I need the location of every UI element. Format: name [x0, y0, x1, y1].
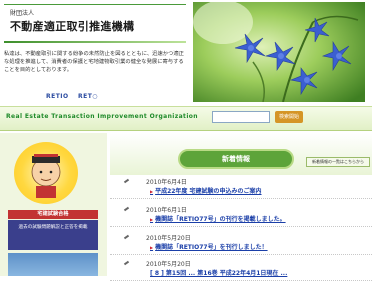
badge-label[interactable]: 宅建試験合格	[8, 210, 98, 219]
news-item: 2010年5月20日 [ 8 ] 第15回 ... 第16巻 平成22年4月1日…	[110, 259, 372, 281]
pencil-icon	[123, 206, 130, 212]
news-date: 2010年6月1日	[146, 207, 187, 214]
news-more-link[interactable]: 新着情報の一覧はこちらから	[306, 157, 370, 167]
intro-text: 私達は、不動産取引に関する紛争の未然防止を図るとともに、迅速かつ適正な処理を推進…	[4, 51, 184, 73]
org-prefix: 財団法人	[10, 10, 35, 17]
hero-photo	[193, 2, 365, 102]
news-title: 新着情報	[178, 149, 294, 169]
news-date: 2010年6月4日	[146, 179, 187, 186]
news-link[interactable]: 機関誌「RETIO77号」の刊行を掲載しました。	[150, 214, 286, 223]
news-link[interactable]: 平成22年度 宅建試験の申込みのご案内	[150, 186, 261, 195]
bluebell-flowers-image	[193, 2, 365, 102]
news-item: 2010年6月4日 平成22年度 宅建試験の申込みのご案内	[110, 177, 372, 199]
retio-link-jp[interactable]: RET○	[78, 93, 98, 100]
news-item: 2010年5月20日 機関誌「RETIO77号」を刊行しました！	[110, 233, 372, 255]
org-name: 不動産適正取引推進機構	[10, 20, 135, 33]
news-date: 2010年5月20日	[146, 261, 191, 268]
pencil-icon	[123, 234, 130, 240]
promo-banner[interactable]: 過去の試験問題解説と正答を掲載	[8, 220, 98, 250]
org-tagline: Real Estate Transaction Improvement Orga…	[6, 113, 198, 120]
mascot-badge[interactable]	[14, 142, 78, 204]
pencil-icon	[123, 260, 130, 266]
pencil-icon	[123, 178, 130, 184]
news-date: 2010年5月20日	[146, 235, 191, 242]
news-link[interactable]: 機関誌「RETIO77号」を刊行しました！	[150, 242, 268, 251]
mascot-icon	[31, 154, 61, 198]
news-item: 2010年6月1日 機関誌「RETIO77号」の刊行を掲載しました。	[110, 205, 372, 227]
logo-rule-top	[4, 4, 186, 5]
search-button[interactable]: 検索開始	[275, 111, 303, 123]
logo-rule-bottom	[4, 41, 186, 43]
search-input[interactable]	[212, 111, 270, 123]
promo-banner-2[interactable]	[8, 253, 98, 276]
org-logo[interactable]: 財団法人 不動産適正取引推進機構	[4, 4, 186, 44]
retio-link-en[interactable]: RETIO	[46, 93, 69, 100]
